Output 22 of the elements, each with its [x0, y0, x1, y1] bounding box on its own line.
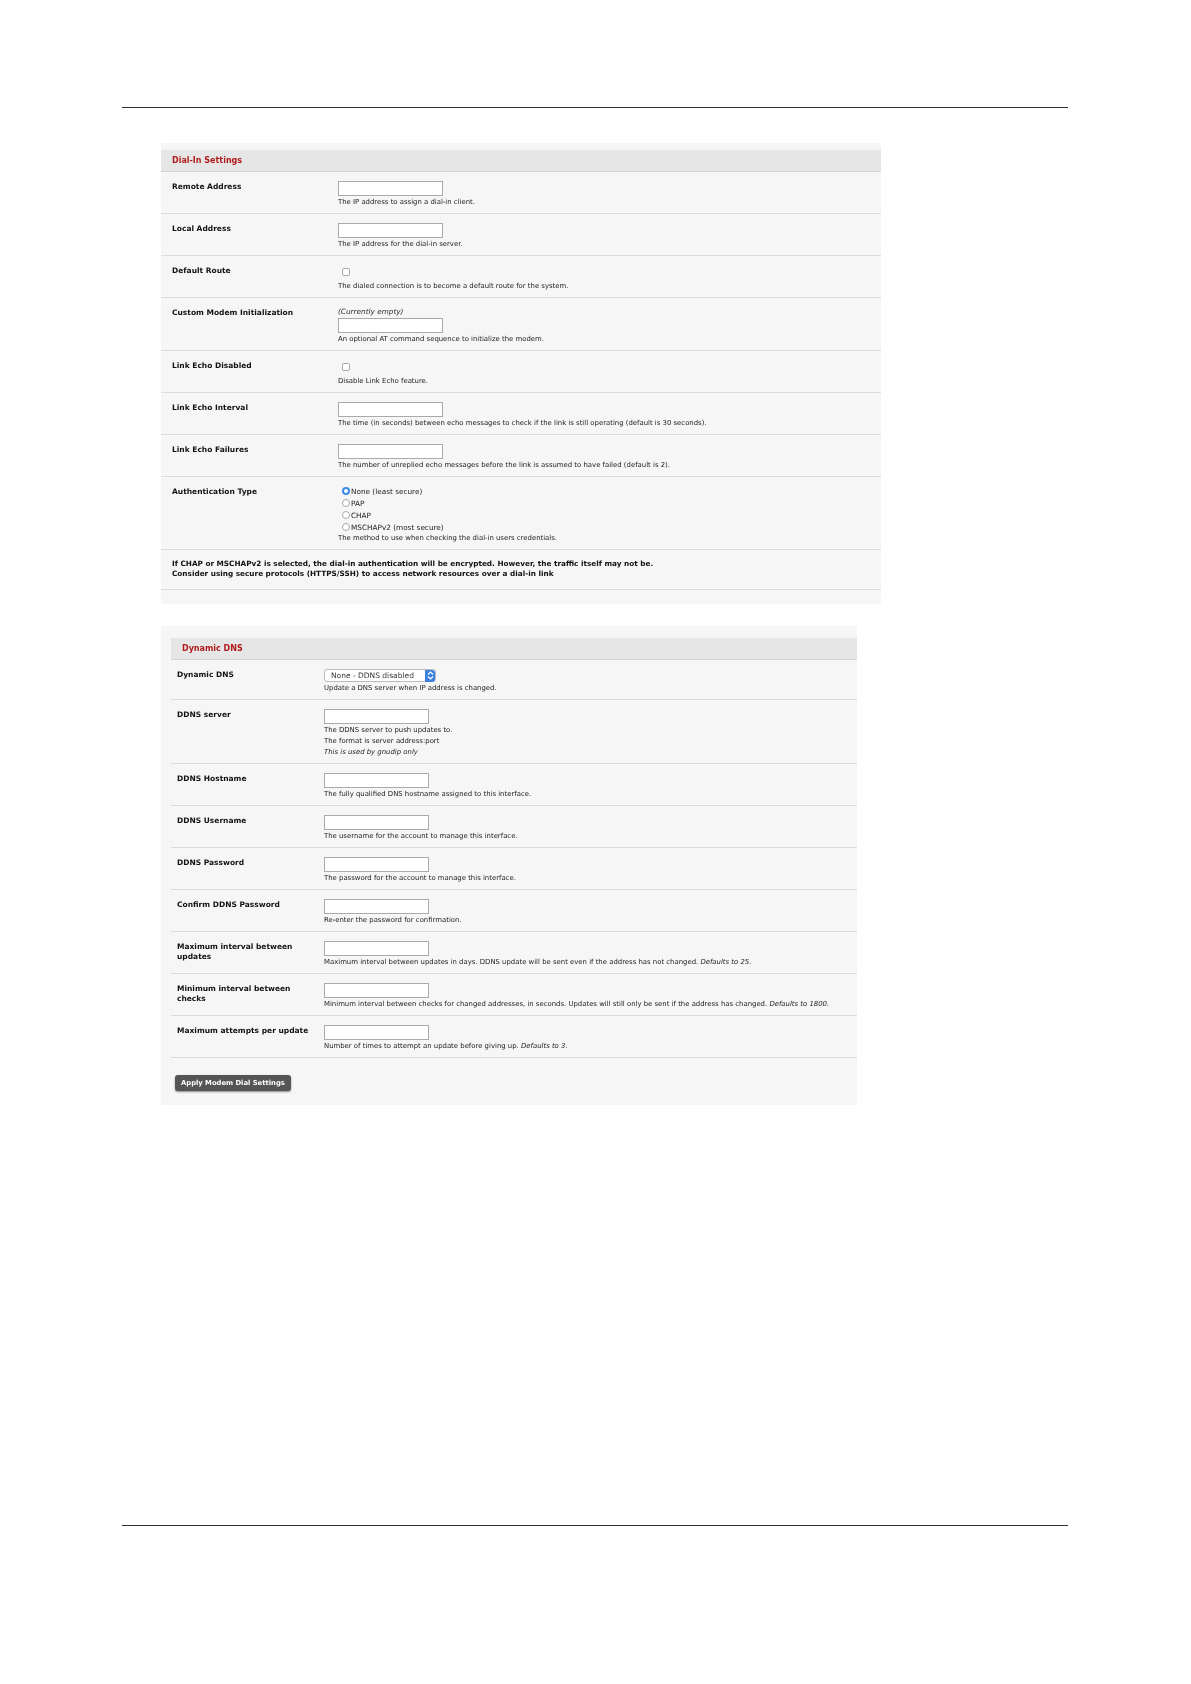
input-field[interactable] [324, 983, 429, 998]
section-title: Dial-In Settings [172, 156, 243, 165]
input-field[interactable] [338, 223, 443, 238]
input-field[interactable] [324, 857, 429, 872]
radio-button[interactable] [342, 487, 350, 495]
radio-button[interactable] [342, 523, 350, 531]
stepper-icon [425, 669, 435, 682]
section-title: Dynamic DNS [182, 644, 243, 653]
input-field[interactable] [324, 899, 429, 914]
checkbox[interactable] [342, 268, 350, 276]
input-field[interactable] [324, 815, 429, 830]
input-field[interactable] [324, 941, 429, 956]
input-field[interactable] [324, 773, 429, 788]
input-field[interactable] [338, 181, 443, 196]
input-field[interactable] [324, 709, 429, 724]
checkbox[interactable] [342, 363, 350, 371]
input-field[interactable] [338, 402, 443, 417]
input-field[interactable] [324, 1025, 429, 1040]
input-field[interactable] [338, 444, 443, 459]
radio-button[interactable] [342, 511, 350, 519]
input-field[interactable] [338, 318, 443, 333]
radio-button[interactable] [342, 499, 350, 507]
